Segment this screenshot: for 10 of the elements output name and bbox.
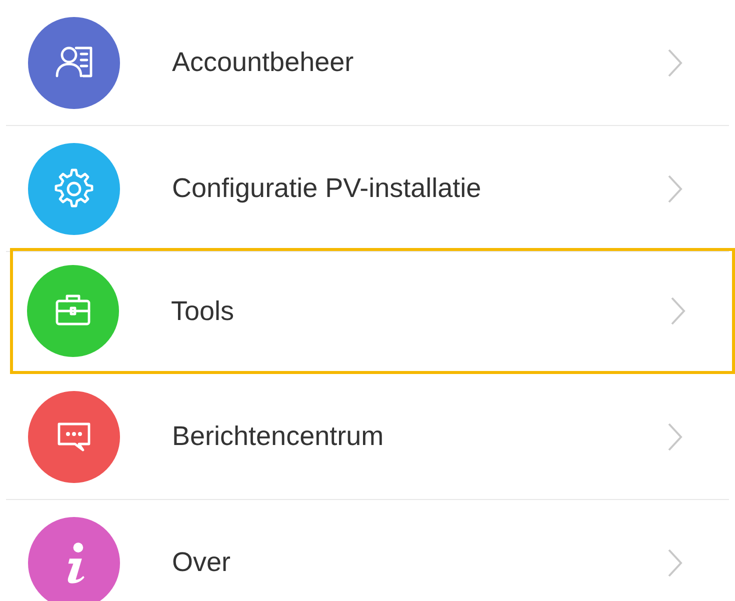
menu-label: Configuratie PV-installatie	[172, 172, 482, 206]
menu-label: Over	[172, 546, 232, 580]
menu-label: Tools	[171, 294, 236, 328]
chevron-right-icon	[667, 422, 683, 452]
chevron-right-icon	[667, 174, 683, 204]
chevron-right-icon	[667, 548, 683, 578]
menu-label: Accountbeheer	[172, 46, 355, 80]
chevron-right-icon	[670, 296, 686, 326]
chevron-right-icon	[667, 48, 683, 78]
menu-label: Berichtencentrum	[172, 420, 385, 454]
